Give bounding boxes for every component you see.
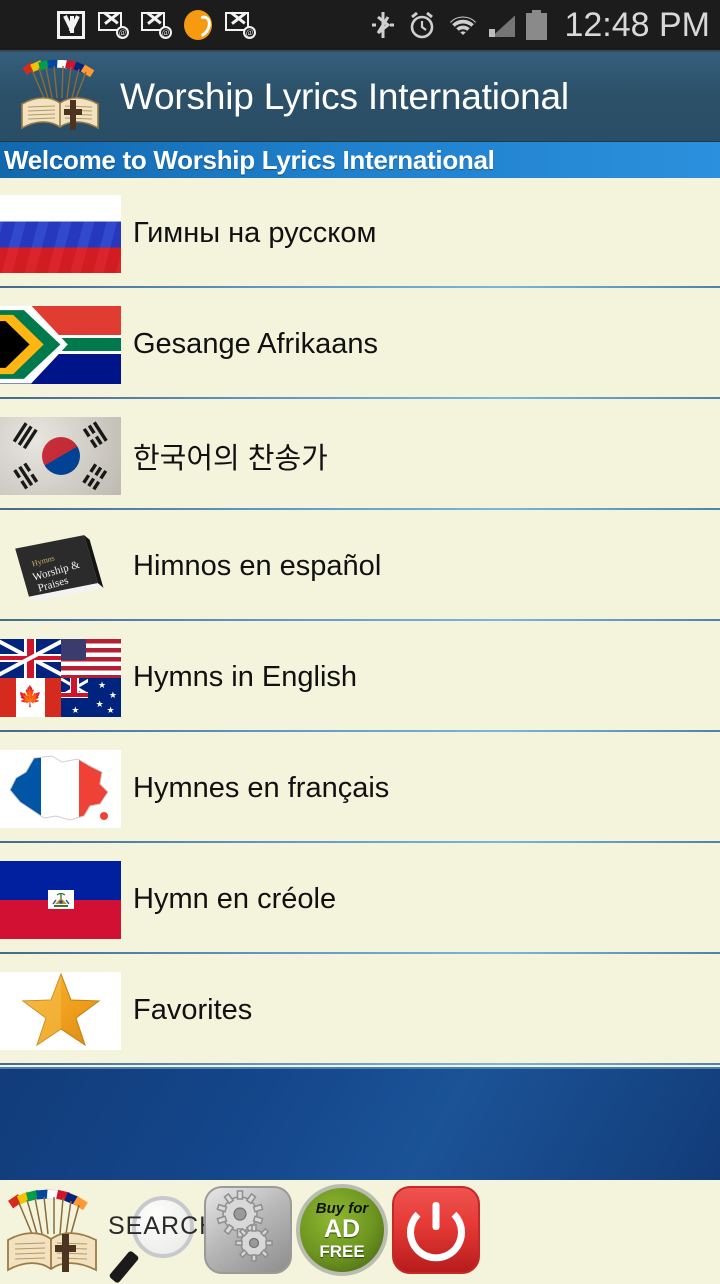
buy-ad-free-button[interactable]: Buy for AD FREE (296, 1184, 388, 1276)
alarm-icon (407, 10, 437, 40)
list-item-label: Гимны на русском (133, 217, 377, 249)
gmail-icon (57, 11, 85, 39)
orange-circle-icon (184, 10, 212, 40)
status-bar[interactable]: @ @ @ 12:48 PM (0, 0, 720, 52)
search-handle-icon (108, 1250, 140, 1284)
haiti-coat-of-arms-icon (47, 890, 74, 909)
list-item-label: 한국어의 찬송가 (133, 442, 328, 475)
gold-star-icon (0, 971, 121, 1050)
language-list: Гимны на русском Gesange Afrikaans 한국어의 … (0, 179, 720, 1067)
list-item[interactable]: 🍁 ★ ★ ★ ★ ★ Hymns in English (0, 623, 720, 734)
south-korea-flag-icon (0, 416, 121, 495)
list-item-label: Gesange Afrikaans (133, 328, 379, 360)
email-at-icon: @ (98, 12, 129, 39)
ad-banner[interactable] (0, 1067, 720, 1187)
status-bar-notifications: @ @ @ (14, 10, 370, 40)
search-button[interactable]: SEARCH (104, 1182, 217, 1284)
list-item[interactable]: Favorites (0, 956, 720, 1067)
home-logo-button[interactable] (4, 1182, 100, 1278)
list-item[interactable]: Hymnes en français (0, 734, 720, 845)
list-item[interactable]: Hymn en créole (0, 845, 720, 956)
usa-flag-icon (60, 638, 121, 678)
list-item[interactable]: Гимны на русском (0, 179, 720, 290)
status-bar-clock: 12:48 PM (564, 5, 710, 44)
list-item-label: Hymns in English (133, 661, 358, 693)
search-button-label: SEARCH (108, 1212, 219, 1240)
exit-power-button[interactable] (392, 1186, 480, 1274)
plus-shield-icon (14, 10, 44, 40)
ad-free-line1: Buy for (315, 1199, 369, 1217)
haiti-flag-icon (0, 860, 121, 939)
list-item[interactable]: 한국어의 찬송가 (0, 401, 720, 512)
list-item-label: Hymn en créole (133, 883, 337, 915)
ad-free-line3: FREE (319, 1241, 365, 1261)
app-logo-book-flags-icon[interactable] (18, 59, 102, 134)
status-bar-system: 12:48 PM (370, 6, 710, 45)
email-at-icon: @ (225, 12, 256, 39)
list-item[interactable]: Hymns Worship & Praises Himnos en españo… (0, 512, 720, 623)
battery-icon (526, 10, 548, 40)
uk-flag-icon (0, 638, 61, 678)
signal-icon (489, 13, 516, 37)
list-item-label: Favorites (133, 994, 253, 1026)
australia-flag-icon: ★ ★ ★ ★ ★ (60, 677, 121, 717)
south-africa-flag-icon (0, 305, 121, 384)
list-item[interactable]: Gesange Afrikaans (0, 290, 720, 401)
list-item-label: Himnos en español (133, 550, 382, 582)
app-bar: Worship Lyrics International (0, 52, 720, 142)
page-title: Worship Lyrics International (120, 75, 569, 117)
france-map-icon (0, 749, 121, 828)
canada-flag-icon: 🍁 (0, 677, 61, 717)
list-item-label: Hymnes en français (133, 772, 390, 804)
ad-free-line2: AD (323, 1214, 361, 1243)
gear-icon (216, 1190, 273, 1262)
welcome-banner-text: Welcome to Worship Lyrics International (4, 144, 495, 175)
bottom-toolbar: SEARCH Buy for AD FREE (0, 1180, 720, 1284)
russia-flag-icon (0, 194, 121, 273)
settings-button[interactable] (204, 1186, 292, 1274)
email-at-icon: @ (141, 12, 172, 39)
welcome-banner: Welcome to Worship Lyrics International (0, 142, 720, 179)
bluetooth-icon (370, 9, 396, 41)
english-flags-grid-icon: 🍁 ★ ★ ★ ★ ★ (0, 638, 121, 717)
hymnal-book-icon: Hymns Worship & Praises (0, 521, 121, 613)
wifi-icon (448, 13, 478, 38)
